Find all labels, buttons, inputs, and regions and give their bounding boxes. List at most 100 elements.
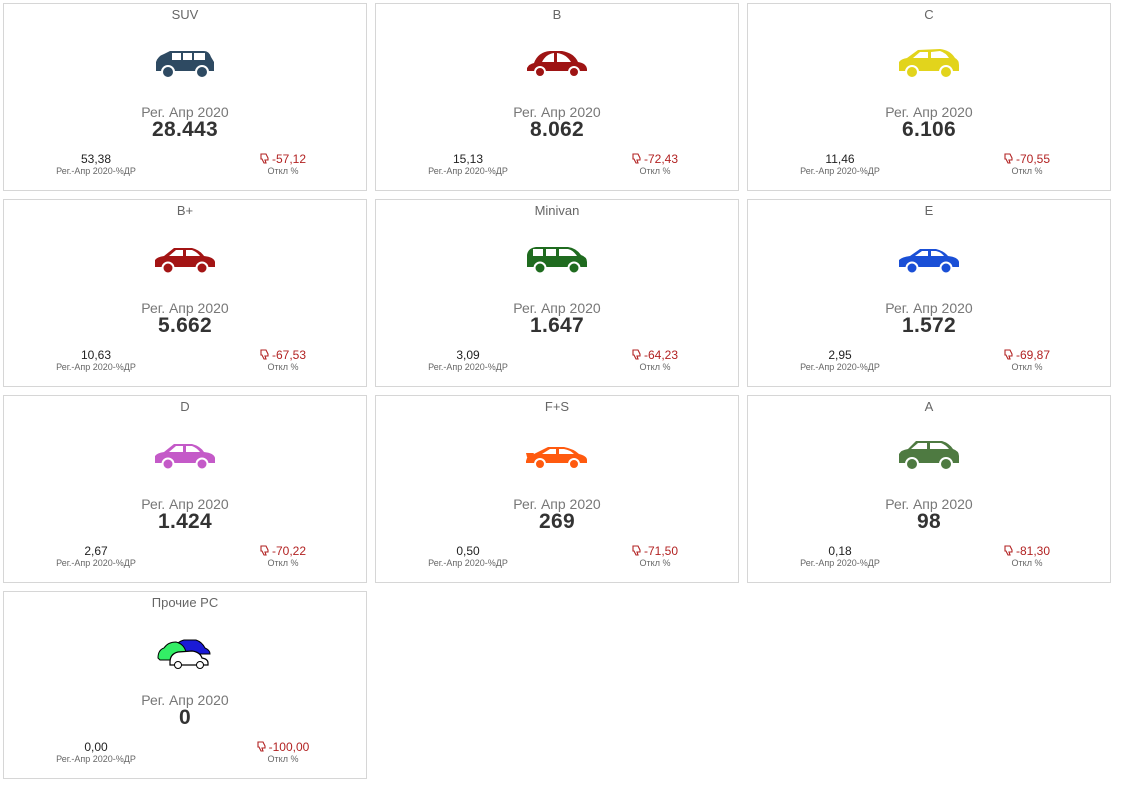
deviation-block: -67,53 Откл % [248,349,318,372]
minivan-car-icon [376,238,738,278]
registrations-value: 6.106 [901,118,957,141]
card-c[interactable]: C Рег. Апр 2020 6.106 11,46 Рег.-Апр 2020… [747,3,1111,191]
thumbs-down-icon [260,349,269,360]
card-title: F+S [544,399,570,414]
share-block: 53,38 Рег.-Апр 2020-%ДР [50,152,142,177]
deviation-label: Откл % [639,558,671,568]
share-value: 53,38 [80,152,112,166]
deviation-block: -57,12 Откл % [248,153,318,176]
share-block: 0,00 Рег.-Апр 2020-%ДР [50,740,142,765]
share-value: 2,67 [84,544,108,558]
thumbs-down-icon [260,545,269,556]
deviation-block: -71,50 Откл % [620,545,690,568]
share-label: Рег.-Апр 2020-%ДР [428,166,508,176]
share-label: Рег.-Апр 2020-%ДР [800,166,880,176]
card-d[interactable]: D Рег. Апр 2020 1.424 2,67 Рег.-Апр 2020-… [3,395,367,583]
share-block: 11,46 Рег.-Апр 2020-%ДР [794,152,886,177]
card-title: E [924,203,934,218]
share-block: 0,18 Рег.-Апр 2020-%ДР [794,544,886,569]
deviation-value: -100,00 [268,740,310,754]
beetle-car-icon [376,42,738,82]
share-label: Рег.-Апр 2020-%ДР [428,362,508,372]
card-minivan[interactable]: Minivan Рег. Апр 2020 1.647 3,09 Рег.-Апр… [375,199,739,387]
deviation-value: -72,43 [643,152,679,166]
deviation-value: -64,23 [643,348,679,362]
share-label: Рег.-Апр 2020-%ДР [56,754,136,764]
registrations-value: 1.572 [901,314,957,337]
card-title: B+ [176,203,194,218]
share-value: 11,46 [825,152,855,166]
deviation-label: Откл % [639,166,671,176]
hatchback-car-icon [748,42,1110,82]
share-label: Рег.-Апр 2020-%ДР [56,558,136,568]
deviation-block: -69,87 Откл % [992,349,1062,372]
share-value: 0,00 [84,740,108,754]
registrations-value: 28.443 [151,118,219,141]
share-value: 10,63 [80,348,112,362]
registrations-value: 8.062 [529,118,585,141]
thumbs-down-icon [1004,349,1013,360]
card-title: C [924,7,934,22]
share-label: Рег.-Апр 2020-%ДР [56,362,136,372]
deviation-block: -70,22 Откл % [248,545,318,568]
registrations-value: 1.424 [157,510,213,533]
share-value: 2,95 [828,348,852,362]
share-label: Рег.-Апр 2020-%ДР [800,558,880,568]
deviation-label: Откл % [1011,558,1043,568]
share-label: Рег.-Апр 2020-%ДР [800,362,880,372]
card-title: D [180,399,190,414]
card-title: A [924,399,934,414]
deviation-block: -64,23 Откл % [620,349,690,372]
deviation-block: -72,43 Откл % [620,153,690,176]
card-f-s[interactable]: F+S Рег. Апр 2020 269 0,50 Рег.-Апр 2020-… [375,395,739,583]
deviation-label: Откл % [639,362,671,372]
registrations-value: 269 [539,510,575,533]
card-title: SUV [171,7,199,22]
thumbs-down-icon [632,153,641,164]
share-label: Рег.-Апр 2020-%ДР [56,166,136,176]
deviation-value: -69,87 [1015,348,1051,362]
sedan-car-icon [4,238,366,278]
deviation-block: -100,00 Откл % [248,741,318,764]
card-b[interactable]: B Рег. Апр 2020 8.062 15,13 Рег.-Апр 2020… [375,3,739,191]
deviation-value: -71,50 [643,544,679,558]
card-e[interactable]: E Рег. Апр 2020 1.572 2,95 Рег.-Апр 2020-… [747,199,1111,387]
deviation-label: Откл % [1011,362,1043,372]
registrations-value: 1.647 [529,314,585,337]
thumbs-down-icon [632,349,641,360]
deviation-block: -70,55 Откл % [992,153,1062,176]
card-title: B [552,7,562,22]
registrations-value: 0 [179,706,191,729]
deviation-label: Откл % [267,362,299,372]
share-block: 2,95 Рег.-Апр 2020-%ДР [794,348,886,373]
share-value: 3,09 [456,348,480,362]
thumbs-down-icon [1004,153,1013,164]
card-title: Minivan [534,203,580,218]
deviation-value: -70,22 [271,544,307,558]
sports-car-icon [376,434,738,474]
sedan-car-icon [4,434,366,474]
share-value: 0,50 [456,544,480,558]
share-block: 10,63 Рег.-Апр 2020-%ДР [50,348,142,373]
registrations-value: 98 [917,510,941,533]
deviation-value: -57,12 [271,152,307,166]
card-suv[interactable]: SUV Рег. Апр 2020 28.443 53,38 Рег.-Апр 2… [3,3,367,191]
deviation-block: -81,30 Откл % [992,545,1062,568]
card-a[interactable]: A Рег. Апр 2020 98 0,18 Рег.-Апр 2020-%ДР… [747,395,1111,583]
share-block: 3,09 Рег.-Апр 2020-%ДР [422,348,514,373]
card-other-pc[interactable]: Прочие PC Рег. Апр 2020 0 0,00 Рег.-Апр 2… [3,591,367,779]
deviation-value: -70,55 [1015,152,1051,166]
suv-car-icon [4,42,366,82]
deviation-value: -67,53 [271,348,307,362]
registrations-value: 5.662 [157,314,213,337]
thumbs-down-icon [257,741,266,752]
card-title: Прочие PC [151,595,219,610]
deviation-label: Откл % [1011,166,1043,176]
share-value: 0,18 [828,544,852,558]
deviation-label: Откл % [267,558,299,568]
share-value: 15,13 [452,152,484,166]
thumbs-down-icon [260,153,269,164]
card-b-plus[interactable]: B+ Рег. Апр 2020 5.662 10,63 Рег.-Апр 202… [3,199,367,387]
share-block: 15,13 Рег.-Апр 2020-%ДР [422,152,514,177]
thumbs-down-icon [1004,545,1013,556]
